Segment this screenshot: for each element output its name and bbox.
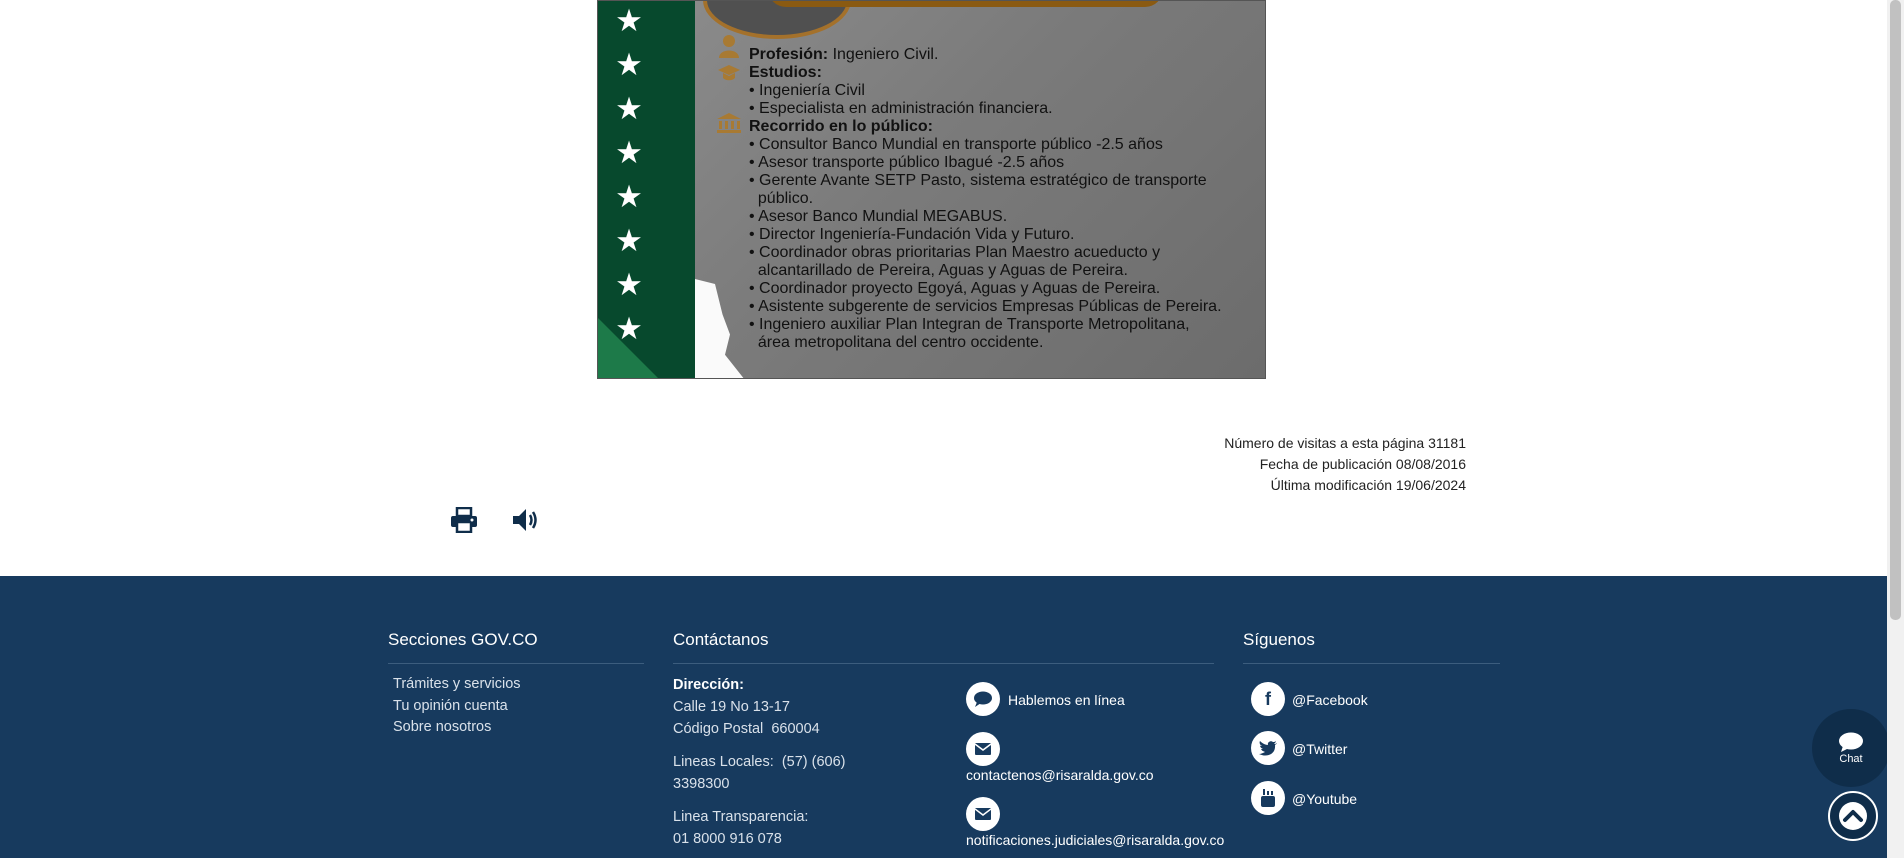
profession-value: Ingeniero Civil. <box>828 46 939 63</box>
listen-button[interactable] <box>511 505 541 535</box>
green-star-band: ★ ★ ★ ★ ★ ★ ★ ★ <box>598 1 695 378</box>
star-icon: ★ <box>615 47 643 83</box>
facebook-link[interactable]: @Facebook <box>1292 692 1368 708</box>
twitter-link[interactable]: @Twitter <box>1292 741 1347 757</box>
last-modified-date: Última modificación 19/06/2024 <box>1270 477 1466 493</box>
follow-title: Síguenos <box>1243 630 1315 649</box>
career-item: • Asesor Banco Mundial MEGABUS. <box>749 208 1008 225</box>
print-icon <box>451 507 477 533</box>
chat-label: Chat <box>1839 752 1863 765</box>
name-banner <box>768 1 1163 7</box>
star-icon: ★ <box>615 267 643 303</box>
map-shape <box>695 279 745 378</box>
twitter-icon[interactable] <box>1251 731 1285 765</box>
link-about[interactable]: Sobre nosotros <box>393 719 491 735</box>
online-chat-link[interactable]: Hablemos en línea <box>1008 692 1125 708</box>
graduation-cap-icon <box>718 65 740 81</box>
page-scrollbar[interactable] <box>1887 0 1904 858</box>
career-item: • Asistente subgerente de servicios Empr… <box>749 298 1222 315</box>
divider <box>388 663 644 664</box>
postal-code: Código Postal 660004 <box>673 721 820 737</box>
career-item: • Director Ingeniería-Fundación Vida y F… <box>749 226 1075 243</box>
volume-icon <box>513 509 537 531</box>
star-icon: ★ <box>615 91 643 127</box>
facebook-icon[interactable]: f <box>1251 682 1285 716</box>
link-opinion[interactable]: Tu opinión cuenta <box>393 698 508 714</box>
studies-item: • Ingeniería Civil <box>749 82 865 99</box>
career-item: • Asesor transporte público Ibagué -2.5 … <box>749 154 1065 171</box>
scrollbar-thumb[interactable] <box>1890 0 1901 620</box>
site-footer: Secciones GOV.CO Trámites y servicios Tu… <box>0 576 1887 858</box>
profession-label: Profesión: <box>749 46 829 63</box>
contact-email-link[interactable]: contactenos@risaralda.gov.co <box>966 767 1154 783</box>
link-tramites[interactable]: Trámites y servicios <box>393 676 521 692</box>
profile-poster-image: ★ ★ ★ ★ ★ ★ ★ ★ Profesión: Ingeniero Civ… <box>597 0 1266 379</box>
career-item: área metropolitana del centro occidente. <box>749 334 1044 351</box>
address-label: Dirección: <box>673 677 744 693</box>
divider <box>1243 663 1500 664</box>
contact-title: Contáctanos <box>673 630 769 649</box>
person-icon <box>719 35 739 58</box>
sections-title: Secciones GOV.CO <box>388 630 538 649</box>
star-icon: ★ <box>615 223 643 259</box>
transparency-number: 01 8000 916 078 <box>673 831 782 847</box>
studies-label: Estudios: <box>749 64 822 81</box>
career-item: • Coordinador obras prioritarias Plan Ma… <box>749 244 1161 261</box>
chevron-up-icon <box>1839 802 1867 830</box>
back-to-top-button[interactable] <box>1828 791 1878 841</box>
print-button[interactable] <box>449 505 479 535</box>
envelope-icon <box>966 797 1000 831</box>
page-meta: Número de visitas a esta página 31181 Fe… <box>1224 433 1466 496</box>
career-item: • Gerente Avante SETP Pasto, sistema est… <box>749 172 1207 189</box>
judicial-email-link[interactable]: notificaciones.judiciales@risaralda.gov.… <box>966 832 1224 848</box>
career-item: público. <box>749 190 814 207</box>
local-lines-number: 3398300 <box>673 776 730 792</box>
career-item: • Ingeniero auxiliar Plan Integran de Tr… <box>749 316 1190 333</box>
chat-bubble-icon[interactable] <box>966 682 1000 716</box>
career-item: • Coordinador proyecto Egoyá, Aguas y Ag… <box>749 280 1161 297</box>
transparency-line: Linea Transparencia: <box>673 809 809 825</box>
profession-line: Profesión: Ingeniero Civil. <box>749 46 938 64</box>
star-icon: ★ <box>615 311 643 347</box>
career-item: • Consultor Banco Mundial en transporte … <box>749 136 1163 153</box>
envelope-icon <box>966 732 1000 766</box>
star-icon: ★ <box>615 135 643 171</box>
address-line: Calle 19 No 13-17 <box>673 699 790 715</box>
star-icon: ★ <box>615 3 643 39</box>
publication-date: Fecha de publicación 08/08/2016 <box>1259 456 1466 472</box>
local-lines: Lineas Locales: (57) (606) <box>673 754 846 770</box>
career-item: alcantarillado de Pereira, Aguas y Aguas… <box>749 262 1128 279</box>
career-label: Recorrido en lo público: <box>749 118 934 135</box>
chat-bubble-icon <box>1839 732 1863 752</box>
divider <box>673 663 1214 664</box>
youtube-link[interactable]: @Youtube <box>1292 791 1357 807</box>
studies-item: • Especialista en administración financi… <box>749 100 1053 117</box>
star-icon: ★ <box>615 179 643 215</box>
government-building-icon <box>717 113 741 133</box>
visit-counter: Número de visitas a esta página 31181 <box>1224 435 1466 451</box>
youtube-icon[interactable] <box>1251 781 1285 815</box>
floating-chat-button[interactable]: Chat <box>1812 709 1890 787</box>
